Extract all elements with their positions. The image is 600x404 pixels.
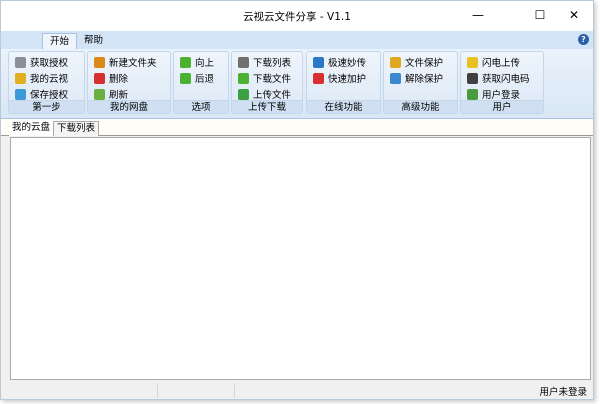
binoculars-icon	[467, 72, 478, 84]
ribbon-button-label: 下载文件	[253, 74, 292, 85]
tab-my-cloud[interactable]: 我的云盘	[9, 121, 54, 136]
lifebuoy-icon	[313, 72, 324, 84]
ribbon-button-label: 快速加护	[328, 74, 367, 85]
window-title: 云视云文件分享 - V1.1	[243, 11, 351, 23]
page-tabs: 我的云盘 下载列表	[1, 119, 593, 136]
refresh-icon	[94, 88, 105, 100]
ribbon-button[interactable]: 解除保护	[390, 70, 457, 86]
cloud-icon	[15, 88, 26, 100]
ribbon-group: 下载列表下载文件上传文件 上传下载	[231, 51, 303, 114]
ribbon-button[interactable]: 下载文件	[238, 70, 302, 86]
ribbon-group: 新建文件夹删除刷新 我的网盘	[87, 51, 171, 114]
ribbon-group: 向上后退选项	[173, 51, 229, 114]
ribbon-button[interactable]: 我的云视	[15, 70, 84, 86]
ribbon-button[interactable]: 闪电上传	[467, 54, 543, 70]
ribbon-button-label: 解除保护	[405, 74, 444, 85]
ribbon-button[interactable]: 新建文件夹	[94, 54, 170, 70]
ribbon-button-label: 极速妙传	[328, 58, 367, 69]
ribbon-button-label: 获取闪电码	[482, 74, 530, 85]
ribbon-button-label: 后退	[195, 74, 215, 85]
ribbon-button-label: 新建文件夹	[109, 58, 157, 69]
ribbon-group: 获取授权我的云视保存授权 第一步	[8, 51, 85, 114]
maximize-button[interactable]: ☐	[525, 5, 555, 25]
globe-icon	[313, 56, 324, 68]
status-divider	[157, 383, 158, 398]
ribbon-button-label: 保存授权	[30, 90, 69, 101]
ribbon-group-label: 我的网盘	[88, 100, 170, 113]
lightning-icon	[467, 56, 478, 68]
ribbon-button[interactable]: 下载列表	[238, 54, 302, 70]
ribbon-button-label: 用户登录	[482, 90, 521, 101]
ribbon-button[interactable]: 向上	[180, 54, 228, 70]
ribbon-tab-row: 开始 帮助 ?	[1, 31, 593, 49]
ribbon-button-label: 获取授权	[30, 58, 69, 69]
ribbon-group-label: 上传下载	[232, 100, 302, 113]
ribbon-group-label: 在线功能	[307, 100, 380, 113]
status-bar: 用户未登录	[1, 382, 593, 399]
app-window: 云视云文件分享 - V1.1 — ☐ ✕ 开始 帮助 ? 获取授权我的云视保存授…	[0, 0, 594, 400]
ribbon-button-label: 文件保护	[405, 58, 444, 69]
list-icon	[238, 56, 249, 68]
arrow-left-icon	[180, 72, 191, 84]
flag-icon	[390, 72, 401, 84]
ribbon-group: 闪电上传获取闪电码用户登录 用户	[460, 51, 544, 114]
status-divider	[234, 383, 235, 398]
file-list-area[interactable]	[10, 137, 591, 380]
lock-icon	[390, 56, 401, 68]
ribbon-tab-start[interactable]: 开始	[42, 33, 78, 49]
user-icon	[467, 88, 478, 100]
ribbon-button-label: 下载列表	[253, 58, 292, 69]
ribbon-button[interactable]: 获取授权	[15, 54, 84, 70]
ribbon-group-label: 用户	[461, 100, 543, 113]
ribbon-group-label: 第一步	[9, 100, 84, 113]
ribbon-button[interactable]: 删除	[94, 70, 170, 86]
ribbon-button-label: 我的云视	[30, 74, 69, 85]
login-status: 用户未登录	[539, 387, 587, 398]
ribbon-tab-help[interactable]: 帮助	[77, 33, 110, 49]
ribbon-button[interactable]: 获取闪电码	[467, 70, 543, 86]
id-card-icon	[15, 56, 26, 68]
ribbon-group-label: 高级功能	[384, 100, 457, 113]
ribbon-button[interactable]: 快速加护	[313, 70, 380, 86]
ribbon-group-label: 选项	[174, 100, 228, 113]
upload-icon	[238, 88, 249, 100]
close-button[interactable]: ✕	[559, 5, 589, 25]
ribbon-button-label: 上传文件	[253, 90, 292, 101]
arrow-up-icon	[180, 56, 191, 68]
ribbon-button[interactable]: 极速妙传	[313, 54, 380, 70]
title-bar: 云视云文件分享 - V1.1 — ☐ ✕	[1, 1, 593, 31]
folder-new-icon	[94, 56, 105, 68]
help-icon[interactable]: ?	[578, 34, 589, 45]
delete-icon	[94, 72, 105, 84]
ribbon-button-label: 刷新	[109, 90, 129, 101]
ribbon-button-label: 向上	[195, 58, 215, 69]
ribbon-button-label: 闪电上传	[482, 58, 521, 69]
ribbon-button-label: 删除	[109, 74, 129, 85]
arrow-down-icon	[238, 72, 249, 84]
ribbon: 获取授权 我的云视 保存授权 第一步 新建文件夹 删除 刷新 我的网盘 向上 后退 选项 下载列表 下载…	[1, 49, 593, 119]
minimize-button[interactable]: —	[463, 5, 493, 25]
ribbon-button[interactable]: 后退	[180, 70, 228, 86]
ribbon-group: 文件保护解除保护高级功能	[383, 51, 458, 114]
ribbon-group: 极速妙传快速加护在线功能	[306, 51, 381, 114]
key-icon	[15, 72, 26, 84]
ribbon-button[interactable]: 文件保护	[390, 54, 457, 70]
tab-download-list[interactable]: 下载列表	[53, 121, 100, 136]
